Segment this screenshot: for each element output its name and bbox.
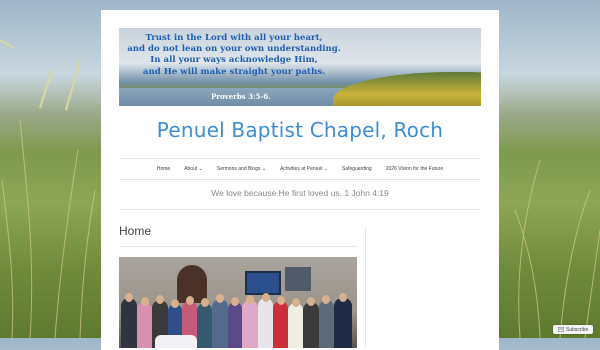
nav-item-safeguarding[interactable]: Safeguarding — [342, 166, 372, 172]
person-head — [262, 293, 270, 302]
nav-item-vision[interactable]: 2026 Vision for the Future — [386, 166, 443, 172]
person-head — [186, 296, 194, 305]
person — [212, 299, 228, 348]
person — [258, 298, 273, 348]
verse-line: and He will make straight your paths. — [142, 66, 326, 77]
nav-item-about[interactable]: About ⌄ — [184, 166, 203, 172]
sidebar-divider — [365, 227, 366, 347]
chevron-down-icon: ⌄ — [198, 166, 203, 172]
banner-headland — [333, 72, 481, 106]
person — [273, 301, 288, 348]
verse-line: Trust in the Lord with all your heart, — [145, 33, 323, 43]
person-head — [339, 293, 347, 302]
person — [228, 302, 242, 348]
nav-item-activities[interactable]: Activities at Penuel ⌄ — [280, 166, 328, 172]
site-tagline: We love because He first loved us. 1 Joh… — [211, 188, 389, 198]
nav-item-label: Sermons and Blogs — [216, 166, 261, 172]
person — [319, 300, 334, 348]
subscribe-label: Subscribe — [566, 326, 589, 333]
person-head — [322, 295, 330, 304]
chevron-down-icon: ⌄ — [323, 166, 328, 172]
verse-line: and do not lean on your own understandin… — [127, 44, 341, 55]
flower-display — [155, 335, 197, 348]
person — [242, 300, 258, 348]
person-head — [141, 297, 149, 306]
reader-icon — [558, 327, 564, 332]
person — [303, 302, 319, 348]
person — [197, 303, 212, 348]
banner-verse: Trust in the Lord with all your heart, a… — [119, 33, 349, 78]
verse-reference: Proverbs 3:5-6. — [211, 92, 271, 101]
subscribe-button[interactable]: Subscribe — [553, 325, 594, 334]
nav-item-label: Safeguarding — [341, 166, 372, 172]
person-head — [216, 294, 224, 303]
chevron-down-icon: ⌄ — [261, 166, 267, 172]
main-navigation: Home About ⌄ Sermons and Blogs ⌄ Activit… — [119, 158, 481, 180]
person — [288, 303, 303, 348]
page-title: Home — [119, 224, 357, 247]
nav-item-label: 2026 Vision for the Future — [385, 166, 444, 172]
nav-item-sermons-and-blogs[interactable]: Sermons and Blogs ⌄ — [217, 166, 266, 172]
nav-item-label: Activities at Penuel — [280, 166, 323, 172]
person-head — [125, 293, 133, 302]
person — [334, 298, 352, 348]
person-head — [292, 298, 300, 307]
person-head — [171, 299, 179, 308]
nav-item-home[interactable]: Home — [157, 166, 170, 172]
nav-item-label: About — [184, 166, 198, 172]
person-head — [201, 298, 209, 307]
main-content: Home — [119, 224, 357, 247]
site-title[interactable]: Penuel Baptist Chapel, Roch — [101, 118, 499, 142]
nav-item-label: Home — [156, 166, 171, 172]
verse-line: In all your ways acknowledge Him, — [150, 55, 318, 66]
header-banner-image[interactable]: Trust in the Lord with all your heart, a… — [119, 28, 481, 106]
page-container: Trust in the Lord with all your heart, a… — [101, 10, 499, 350]
divider — [119, 209, 481, 210]
person-head — [246, 295, 254, 304]
person — [137, 302, 152, 348]
person-head — [277, 296, 285, 305]
person — [121, 298, 137, 348]
person-head — [156, 295, 164, 304]
person-head — [231, 297, 239, 306]
person-head — [307, 297, 315, 306]
congregation-photo — [119, 257, 357, 348]
